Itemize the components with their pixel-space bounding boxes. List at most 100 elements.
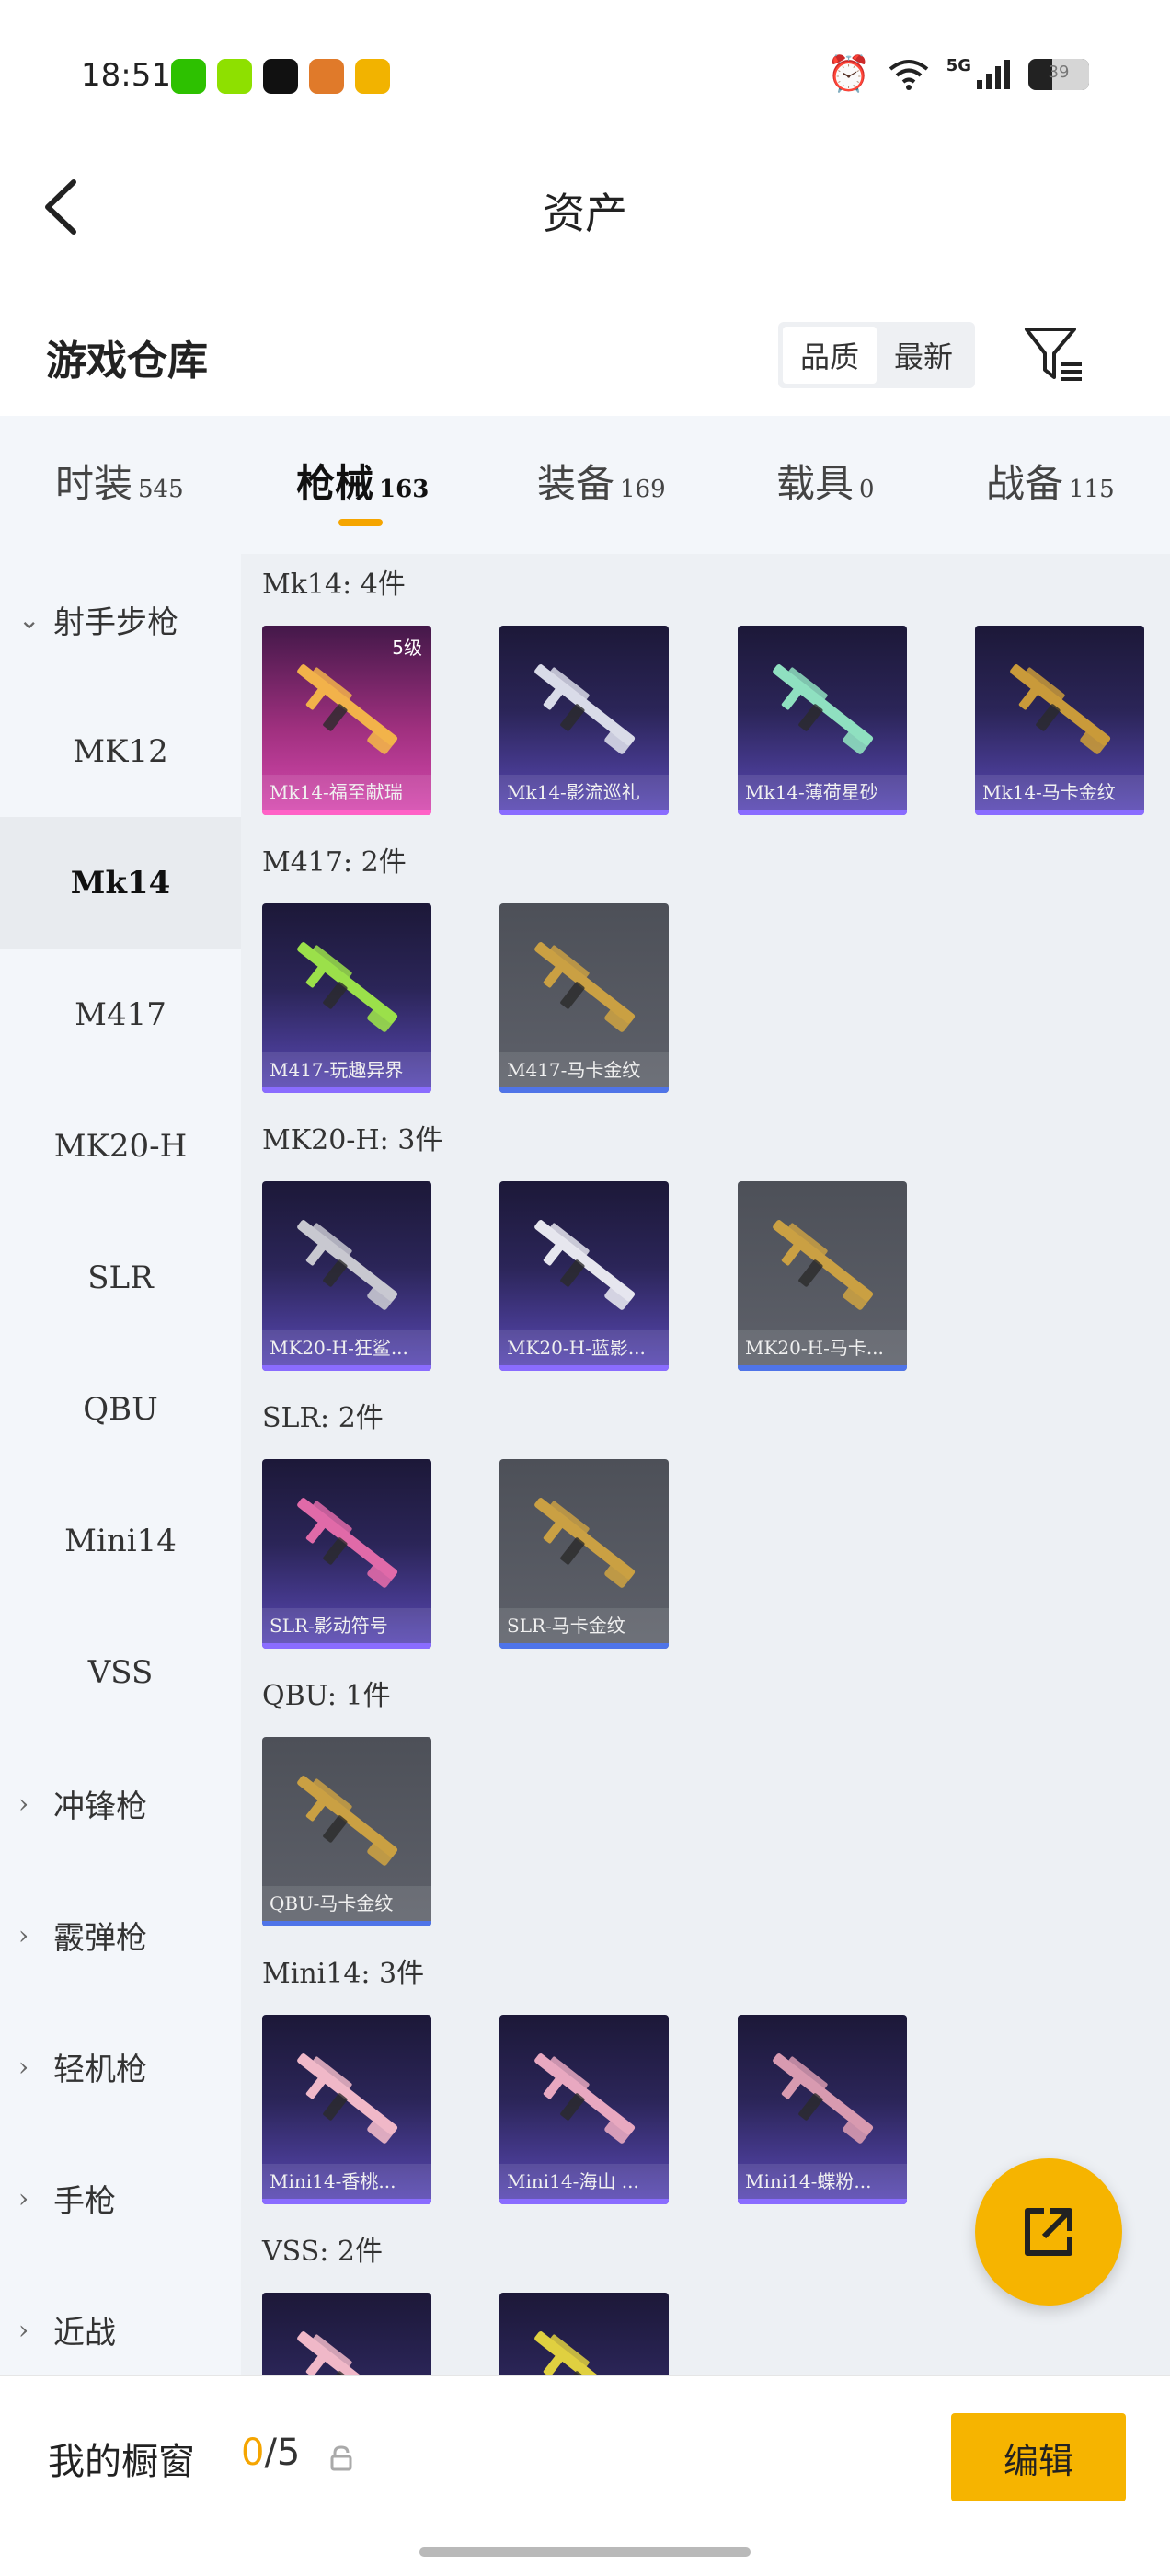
weapon-skin-card[interactable] [262,2293,431,2375]
sort-newest-button[interactable]: 最新 [877,327,970,384]
sidebar-item-9[interactable]: › 冲锋枪 [0,1738,241,1869]
tab-fashion[interactable]: 时装 545 [55,453,184,509]
section-title: M417: 2件 [262,846,407,879]
rifle-icon [534,2053,636,2144]
alarm-icon: ⏰ [827,53,871,94]
weapon-skin-card[interactable]: QBU-马卡金纹 [262,1737,431,1926]
sidebar-item-10[interactable]: › 霰弹枪 [0,1869,241,2001]
weapon-skin-card[interactable]: SLR-马卡金纹 [499,1459,669,1649]
rarity-bar [738,810,907,815]
section-title: SLR: 2件 [262,1402,384,1434]
notification-icons [171,59,390,94]
rarity-bar [499,1087,669,1093]
weapon-skin-card[interactable]: SLR-影动符号 [262,1459,431,1649]
home-indicator[interactable] [419,2547,751,2557]
sidebar-item-12[interactable]: › 手枪 [0,2133,241,2264]
chevron-right-icon: › [18,2052,29,2082]
filter-icon[interactable] [1021,322,1085,386]
share-button[interactable] [975,2158,1122,2306]
rarity-bar [499,810,669,815]
rifle-icon [297,942,398,1032]
sidebar-item-label: 近战 [53,2315,116,2352]
sidebar-item-1[interactable]: MK12 [0,685,241,817]
rifle-icon [773,2053,874,2144]
rarity-bar [262,810,431,815]
rifle-icon [297,1220,398,1310]
weapon-skin-card[interactable]: Mini14-蝶粉... [738,2015,907,2204]
sort-quality-button[interactable]: 品质 [783,327,877,384]
sidebar-item-label: 手枪 [53,2183,116,2220]
rifle-icon [534,2331,636,2375]
weapon-skin-card[interactable]: Mk14-薄荷星砂 [738,626,907,815]
wechat-icon [171,59,206,94]
showcase-count: 0/5 [241,2432,301,2474]
edit-button[interactable]: 编辑 [951,2413,1126,2501]
rifle-icon [773,1220,874,1310]
sidebar-item-3[interactable]: M417 [0,949,241,1080]
section-title: Mini14: 3件 [262,1958,425,1990]
tab-firearms[interactable]: 枪械 163 [296,453,429,509]
lock-icon [330,2445,352,2471]
rarity-bar [262,1643,431,1649]
page-title: 资产 [543,189,627,238]
sidebar-item-6[interactable]: QBU [0,1343,241,1475]
rarity-bar [738,2199,907,2204]
sidebar-item-label: SLR [87,1259,154,1296]
rifle-icon [297,664,398,754]
weapon-skin-card[interactable]: M417-玩趣异界 [262,903,431,1093]
weapon-skin-card[interactable]: MK20-H-狂鲨... [262,1181,431,1371]
rifle-icon [534,942,636,1032]
sidebar-item-5[interactable]: SLR [0,1212,241,1343]
tab-battle-prep[interactable]: 战备 115 [986,453,1115,509]
rarity-bar [262,1365,431,1371]
chevron-right-icon: › [18,2315,29,2345]
rarity-bar [975,810,1144,815]
rarity-bar [499,1643,669,1649]
weapon-skin-name: SLR-影动符号 [262,1608,431,1643]
signal-icon [977,59,1010,89]
sidebar-item-label: 轻机枪 [53,2052,147,2088]
sidebar-item-11[interactable]: › 轻机枪 [0,2001,241,2133]
weapon-skin-name: Mini14-蝶粉... [738,2164,907,2199]
active-tab-indicator [338,519,383,526]
sidebar-item-label: QBU [83,1390,158,1428]
sidebar-item-label: VSS [87,1653,154,1691]
weapon-skin-card[interactable] [499,2293,669,2375]
sidebar-item-label: Mini14 [64,1522,177,1559]
tab-equipment[interactable]: 装备 169 [537,453,666,509]
sort-toggle: 品质 最新 [778,322,975,388]
rifle-icon [534,664,636,754]
section-title: VSS: 2件 [262,2236,383,2268]
sidebar-item-label: MK12 [73,732,168,770]
rifle-icon [297,2331,398,2375]
weapon-skin-name: Mk14-马卡金纹 [975,775,1144,810]
weapon-skin-card[interactable]: M417-马卡金纹 [499,903,669,1093]
showcase-bar: 我的橱窗 0/5 编辑 [0,2375,1170,2576]
chevron-right-icon: › [18,1788,29,1819]
chevron-right-icon: › [18,1920,29,1950]
weapon-skin-name: Mini14-海山 ... [499,2164,669,2199]
tiktok-icon [263,59,298,94]
section-title: QBU: 1件 [262,1680,391,1712]
weapon-skin-card[interactable]: MK20-H-蓝影... [499,1181,669,1371]
weapon-skin-card[interactable]: Mini14-香桃... [262,2015,431,2204]
tab-vehicles[interactable]: 载具 0 [776,453,875,509]
warehouse-title: 游戏仓库 [46,338,208,385]
chevron-down-icon: ⌄ [18,604,40,635]
sidebar-item-8[interactable]: VSS [0,1606,241,1738]
weapon-skin-card[interactable]: 5级 Mk14-福至献瑞 [262,626,431,815]
sidebar-item-0[interactable]: ⌄ 射手步枪 [0,554,241,685]
rifle-icon [297,2053,398,2144]
weapon-skin-name: Mk14-福至献瑞 [262,775,431,810]
weapon-skin-card[interactable]: Mk14-马卡金纹 [975,626,1144,815]
sidebar-item-4[interactable]: MK20-H [0,1080,241,1212]
rarity-bar [262,2199,431,2204]
weapon-skin-card[interactable]: MK20-H-马卡... [738,1181,907,1371]
weapon-skin-card[interactable]: Mk14-影流巡礼 [499,626,669,815]
sidebar-item-2[interactable]: Mk14 [0,817,241,949]
battery-level: 39 [1048,62,1070,82]
sidebar-item-7[interactable]: Mini14 [0,1475,241,1606]
weapon-skin-card[interactable]: Mini14-海山 ... [499,2015,669,2204]
category-tabs: 时装 545 枪械 163 装备 169 载具 0 战备 115 [0,416,1170,554]
rarity-bar [499,2199,669,2204]
